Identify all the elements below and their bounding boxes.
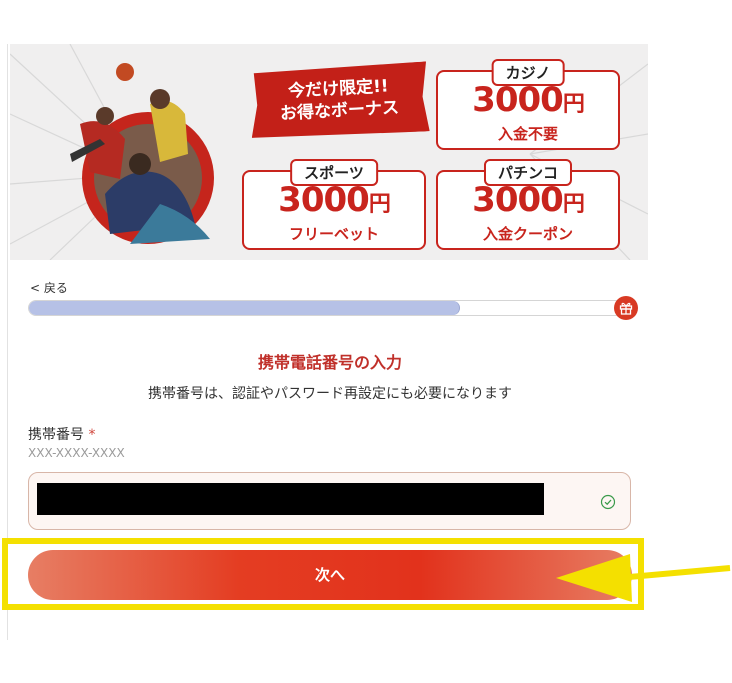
signup-page: 今だけ限定!! お得なボーナス カジノ 3000円 入金不要 スポーツ 3000…	[0, 0, 732, 683]
casino-amount: 3000円	[472, 80, 585, 120]
arrow-left-icon	[556, 554, 731, 602]
promo-banner: 今だけ限定!! お得なボーナス カジノ 3000円 入金不要 スポーツ 3000…	[10, 44, 648, 260]
sports-sub-label: フリーベット	[288, 225, 379, 243]
limited-offer-ribbon: 今だけ限定!! お得なボーナス	[248, 61, 429, 140]
back-link[interactable]: < 戻る	[30, 279, 68, 296]
casino-bonus-badge: カジノ 3000円 入金不要	[436, 59, 620, 150]
pachinko-bonus-badge: パチンコ 3000円 入金クーポン	[436, 159, 620, 250]
sports-amount: 3000円	[278, 180, 391, 220]
sports-bonus-badge: スポーツ 3000円 フリーベット	[242, 159, 426, 250]
page-description: 携帯番号は、認証やパスワード再設定にも必要になります	[148, 386, 512, 402]
check-circle-icon	[600, 494, 616, 510]
sports-tab-label: スポーツ	[290, 159, 378, 186]
athletes-illustration	[70, 63, 214, 244]
phone-format-hint: XXX-XXXX-XXXX	[28, 446, 125, 460]
pachinko-sub-label: 入金クーポン	[482, 225, 573, 243]
pachinko-amount: 3000円	[472, 180, 585, 220]
phone-input[interactable]	[28, 472, 631, 530]
page-title: 携帯電話番号の入力	[257, 353, 402, 372]
pachinko-tab-label: パチンコ	[483, 159, 573, 186]
progress-fill	[29, 301, 460, 315]
casino-sub-label: 入金不要	[497, 125, 558, 143]
required-marker: *	[88, 427, 96, 443]
progress-bar	[28, 300, 628, 316]
gift-icon	[614, 296, 638, 320]
redacted-phone-value	[37, 483, 544, 515]
phone-field-label: 携帯番号 *	[28, 427, 96, 443]
next-button[interactable]: 次へ	[28, 550, 632, 600]
casino-tab-label: カジノ	[491, 59, 565, 86]
